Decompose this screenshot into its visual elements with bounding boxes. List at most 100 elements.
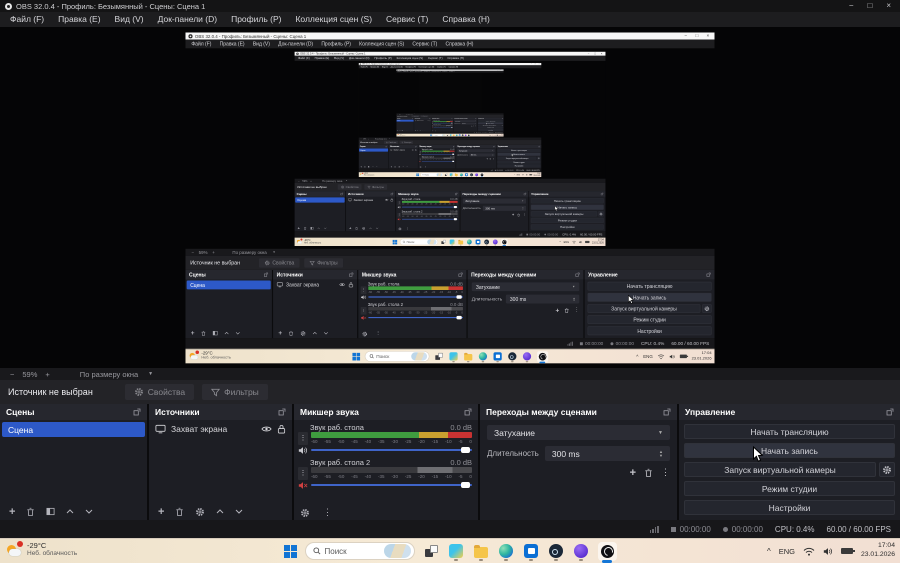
source-list-item[interactable]: Захват экрана <box>149 420 292 437</box>
source-properties-gear-icon[interactable] <box>195 507 205 517</box>
screen-capture-frame: OBS 32.0.4 - Профиль: Безымянный - Сцены… <box>185 32 715 363</box>
taskbar-app-file-explorer[interactable] <box>473 542 490 561</box>
meter-scale: -60 -55 -50 -45 -40 -35 -30 -25 -20 -15 -10 -5 0 <box>311 474 472 479</box>
taskbar-app-clipchamp[interactable] <box>448 542 465 561</box>
captured-screen-frame: OBS 32.0.4 - Профиль: Безымянный - Сцены… <box>294 50 606 246</box>
move-source-up-button chevron-up-icon[interactable] <box>216 509 224 514</box>
transition-select[interactable]: Затухание ▼ <box>487 425 670 440</box>
audio-mixer-panel: Микшер звука Звук раб. стола 0.0 dB ⋮ -6… <box>294 404 478 520</box>
volume-slider-handle[interactable] <box>461 447 470 453</box>
advanced-audio-gear-icon[interactable] <box>300 508 310 518</box>
sources-toolbar: + <box>149 503 292 520</box>
speaker-muted-icon[interactable] <box>298 481 308 490</box>
menu-docks[interactable]: Док-панели (D) <box>151 12 224 27</box>
tray-date: 23.01.2026 <box>860 551 895 558</box>
search-highlight-image[interactable] <box>383 544 411 558</box>
channel-menu-dots-icon[interactable]: ⋮ <box>298 467 308 480</box>
volume-icon[interactable] <box>823 547 833 556</box>
taskbar-app-edge[interactable] <box>498 542 515 561</box>
dock-popout-icon[interactable] <box>464 408 472 416</box>
start-button windows-logo-icon[interactable] <box>283 544 297 558</box>
mixer-menu-dots-icon[interactable]: ⋮ <box>323 507 332 518</box>
move-scene-up-button chevron-up-icon[interactable] <box>66 509 74 514</box>
zoom-in-button[interactable]: + <box>45 370 49 379</box>
scene-filters-icon[interactable] <box>46 507 55 516</box>
taskbar-app-purple[interactable] <box>573 542 590 561</box>
dock-popout-icon[interactable] <box>133 408 141 416</box>
maximize-button[interactable]: □ <box>867 0 872 12</box>
volume-slider[interactable] <box>311 480 472 490</box>
taskbar-search-box[interactable]: Поиск <box>304 542 415 560</box>
zoom-out-button[interactable]: − <box>10 370 14 379</box>
captured-frame-wrap: OBS 32.0.4 - Профиль: Безымянный - Сцены… <box>358 61 542 177</box>
task-view-button[interactable] <box>423 542 440 561</box>
controls-title: Управление <box>685 407 736 417</box>
add-source-button[interactable]: + <box>158 506 164 517</box>
scene-list-item[interactable]: Сцена <box>2 422 145 437</box>
sources-header[interactable]: Источники <box>149 404 292 420</box>
taskbar-app-store[interactable] <box>523 542 540 561</box>
filters-button[interactable]: Фильтры <box>202 384 268 400</box>
start-recording-button[interactable]: Начать запись <box>684 443 895 458</box>
start-virtual-camera-button[interactable]: Запуск виртуальной камеры <box>684 462 876 477</box>
lock-icon[interactable] <box>277 424 286 434</box>
dock-popout-icon[interactable] <box>278 408 286 416</box>
tray-clock[interactable]: 17:04 23.01.2026 <box>861 542 895 560</box>
gear-icon <box>883 465 891 474</box>
settings-button[interactable]: Настройки <box>684 500 895 515</box>
move-source-down-button chevron-down-icon[interactable] <box>235 509 243 514</box>
menu-profile[interactable]: Профиль (P) <box>224 12 288 27</box>
add-transition-button[interactable]: + <box>630 467 636 478</box>
close-button[interactable]: × <box>886 0 891 12</box>
virtual-camera-settings-button[interactable] <box>879 462 895 477</box>
mixer-channel-desktop-audio: Звук раб. стола 0.0 dB ⋮ -60 -55 -50 -45 -40… <box>298 422 472 455</box>
menu-file[interactable]: Файл (F) <box>3 12 51 27</box>
language-indicator[interactable]: ENG <box>779 547 795 556</box>
record-time: 00:00:00 <box>731 524 763 534</box>
taskbar-app-obs-active[interactable] <box>597 541 617 563</box>
channel-level: 0.0 dB <box>450 457 472 467</box>
captured-screen-frame: OBS 32.0.4 - Профиль: Безымянный - Сцены… <box>358 61 542 177</box>
volume-slider[interactable] <box>311 445 472 455</box>
transition-menu-dots-icon[interactable]: ⋮ <box>661 467 670 478</box>
remove-scene-button trash-icon[interactable] <box>26 507 35 517</box>
transitions-header[interactable]: Переходы между сценами <box>480 404 677 420</box>
menu-edit[interactable]: Правка (E) <box>51 12 107 27</box>
tray-overflow-chevron-icon[interactable]: ^ <box>767 547 771 556</box>
duration-spinbox[interactable]: 300 ms ▲ ▼ <box>544 446 670 461</box>
properties-button[interactable]: Свойства <box>124 384 195 400</box>
remove-transition-button trash-icon[interactable] <box>644 468 653 478</box>
spinner-arrows-icon[interactable]: ▲ ▼ <box>659 449 663 458</box>
menu-bar: Файл (F) Правка (E) Вид (V) Док-панели (… <box>0 12 900 27</box>
minimize-button[interactable]: − <box>849 0 854 12</box>
battery-icon[interactable] <box>840 548 855 554</box>
visibility-eye-icon[interactable] <box>261 425 272 433</box>
channel-menu-dots-icon[interactable]: ⋮ <box>298 432 308 445</box>
preview-zoom-bar: − 59% + По размеру окна ▼ <box>0 368 900 380</box>
sources-title: Источники <box>155 407 200 417</box>
menu-help[interactable]: Справка (H) <box>435 12 497 27</box>
preview-canvas[interactable]: OBS 32.0.4 - Профиль: Безымянный - Сцены… <box>0 27 900 368</box>
dock-popout-icon[interactable] <box>886 408 894 416</box>
start-streaming-button[interactable]: Начать трансляцию <box>684 424 895 439</box>
move-scene-down-button chevron-down-icon[interactable] <box>85 509 93 514</box>
volume-slider-handle[interactable] <box>461 482 470 488</box>
remove-source-button trash-icon[interactable] <box>175 507 184 517</box>
wifi-icon[interactable] <box>803 547 815 556</box>
title-bar[interactable]: OBS 32.0.4 - Профиль: Безымянный - Сцены… <box>0 0 900 12</box>
scenes-toolbar: + <box>0 503 147 520</box>
taskbar-center-icons: Поиск <box>0 539 900 563</box>
fit-to-window-select[interactable]: По размеру окна <box>80 370 138 379</box>
controls-header[interactable]: Управление <box>679 404 900 420</box>
menu-view[interactable]: Вид (V) <box>108 12 151 27</box>
menu-scene-collection[interactable]: Коллекция сцен (S) <box>288 12 379 27</box>
scenes-header[interactable]: Сцены <box>0 404 147 420</box>
mixer-header[interactable]: Микшер звука <box>294 404 478 420</box>
taskbar-app-steam[interactable] <box>548 542 565 561</box>
studio-mode-button[interactable]: Режим студии <box>684 481 895 496</box>
add-scene-button[interactable]: + <box>9 506 15 517</box>
menu-tools[interactable]: Сервис (T) <box>379 12 435 27</box>
speaker-icon[interactable] <box>298 446 308 455</box>
zoom-level: 59% <box>22 369 38 379</box>
dock-popout-icon[interactable] <box>663 408 671 416</box>
